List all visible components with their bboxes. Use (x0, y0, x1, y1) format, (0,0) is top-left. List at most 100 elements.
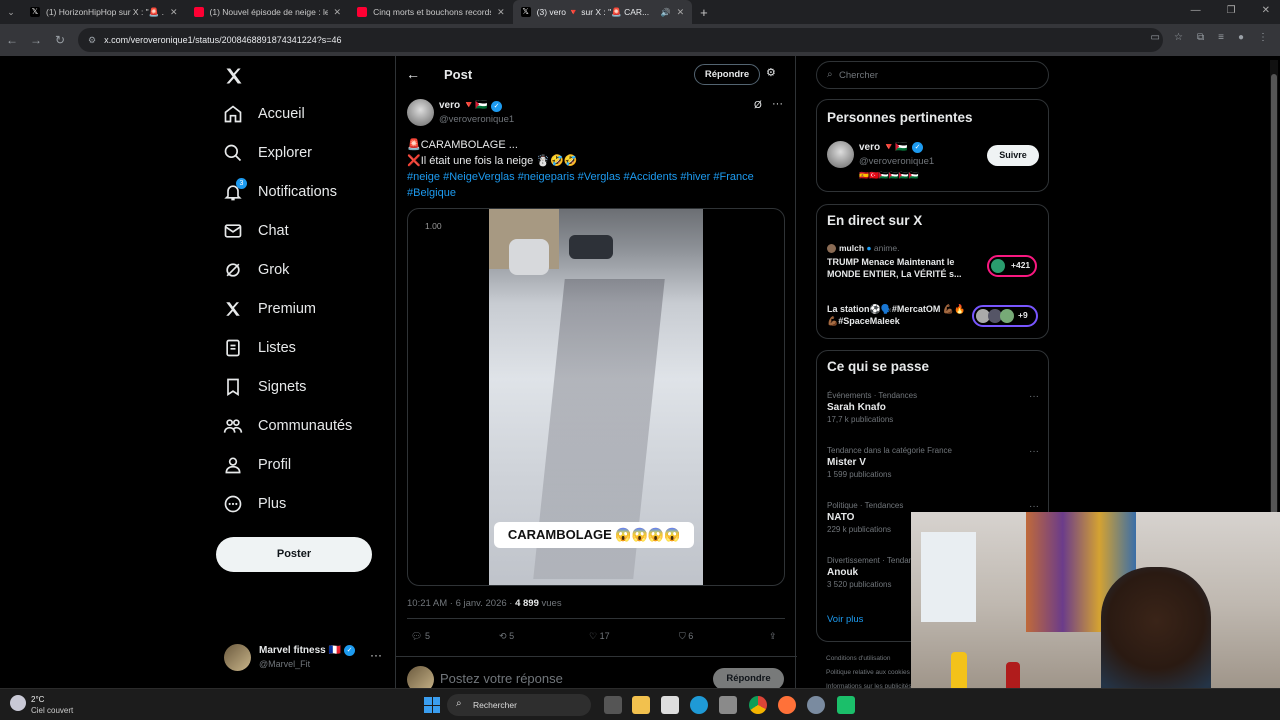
repost-action[interactable]: ⟲ 5 (499, 631, 514, 642)
close-window-icon[interactable]: ✕ (1262, 5, 1270, 16)
more-icon[interactable]: ··· (370, 648, 382, 662)
app-icon[interactable] (837, 696, 855, 714)
menu-icon[interactable]: ⋮ (1258, 32, 1268, 43)
post-time[interactable]: 10:21 AM · 6 janv. 2026 · (407, 598, 515, 609)
taskbar: 2°C Ciel couvert ⌕ Rechercher (0, 688, 1280, 720)
avatar[interactable] (827, 141, 854, 168)
sidebar-item-chat[interactable]: Chat (222, 216, 289, 246)
sidebar-item-plus[interactable]: Plus (222, 489, 286, 519)
sidebar-item-premium[interactable]: Premium (222, 294, 316, 324)
like-action[interactable]: ♡ 17 (589, 631, 610, 642)
search-box[interactable]: ⌕ Chercher (816, 61, 1049, 89)
file-explorer-icon[interactable] (632, 696, 650, 714)
forward-icon[interactable]: → (24, 28, 48, 52)
more-icon[interactable]: ··· (772, 98, 783, 110)
speaker-icon[interactable]: 🔊 (661, 8, 671, 17)
tab-title: Cinq morts et bouchons records ... (373, 7, 492, 17)
person-name[interactable]: vero 🔻🇵🇸 (859, 142, 908, 153)
author-avatar[interactable] (407, 99, 434, 126)
footer-link[interactable]: Conditions d'utilisation (826, 652, 916, 666)
account-switcher[interactable]: Marvel fitness 🇫🇷 ✓ @Marvel_Fit ··· (224, 644, 386, 674)
more-icon[interactable]: ··· (1029, 446, 1039, 457)
account-name: Marvel fitness 🇫🇷 (259, 645, 341, 656)
cast-icon[interactable]: ▭ (1151, 32, 1160, 43)
footer-link[interactable]: Politique relative aux cookies (826, 666, 916, 680)
edge-icon[interactable] (690, 696, 708, 714)
see-more-link[interactable]: Voir plus (827, 614, 863, 625)
firefox-icon[interactable] (778, 696, 796, 714)
address-bar[interactable]: ⚙ x.com/veroveronique1/status/2008468891… (78, 28, 1163, 52)
footer-link[interactable]: Informations sur les publicités (826, 680, 916, 688)
browser-tab[interactable]: (1) Nouvel épisode de neige : les ... ✕ (186, 0, 350, 24)
repost-count: 5 (509, 631, 515, 641)
trend-item[interactable]: Événements · Tendances Sarah Knafo 17,7 … (827, 391, 1039, 424)
video-container[interactable]: 1.00 CARAMBOLAGE 😱😱😱😱 (407, 208, 785, 586)
back-arrow-icon[interactable]: ← (406, 66, 420, 82)
tab-search-button[interactable]: ⌄ (0, 7, 22, 18)
sidebar-item-notifications[interactable]: 3 Notifications (222, 177, 337, 207)
chrome-icon[interactable] (749, 696, 767, 714)
media-icon[interactable]: ≡ (1218, 32, 1224, 43)
more-icon[interactable]: ··· (1029, 501, 1039, 512)
sidebar-item-accueil[interactable]: Accueil (222, 99, 305, 129)
person-flags: 🇪🇸🇹🇷🇵🇸🇵🇸🇵🇸🇵🇸 (859, 171, 919, 180)
reply-action[interactable]: 💬︎ 5 (411, 631, 430, 642)
search-icon (222, 142, 244, 164)
notification-badge: 3 (236, 178, 247, 189)
weather-widget[interactable]: 2°C Ciel couvert (10, 693, 100, 717)
share-icon[interactable]: ⇪ (769, 631, 777, 642)
listener-avatar (991, 259, 1005, 273)
post-hashtags[interactable]: #neige #NeigeVerglas #neigeparis #Vergla… (407, 169, 787, 201)
bookmark-action[interactable]: ⛉ 6 (679, 631, 693, 642)
trend-item[interactable]: Tendance dans la catégorie France Mister… (827, 446, 1039, 479)
x-logo-icon[interactable] (224, 66, 244, 86)
taskbar-search[interactable]: ⌕ Rechercher (447, 694, 591, 716)
site-info-icon[interactable]: ⚙ (88, 35, 96, 46)
close-tab-icon[interactable]: ✕ (677, 7, 685, 18)
new-tab-button[interactable]: + (700, 5, 708, 20)
live-item[interactable]: mulch ● anime. TRUMP Menace Maintenant l… (827, 243, 1039, 288)
more-icon[interactable]: ··· (1029, 391, 1039, 402)
weather-desc: Ciel couvert (31, 706, 74, 715)
follow-button[interactable]: Suivre (987, 145, 1039, 166)
browser-tab-active[interactable]: 𝕏 (3) vero 🔻 sur X : "🚨 CAR... 🔊 ✕ (512, 0, 693, 24)
task-view-icon[interactable] (604, 696, 622, 714)
sidebar-item-profil[interactable]: Profil (222, 450, 291, 480)
person-handle[interactable]: @veroveronique1 (859, 156, 934, 167)
close-tab-icon[interactable]: ✕ (497, 7, 505, 18)
grok-icon[interactable]: Ø (754, 100, 762, 111)
reply-submit-button[interactable]: Répondre (713, 668, 784, 688)
live-item[interactable]: La station⚽🗣️#MercatOM 💪🏾🔥💪🏾#SpaceMaleek… (827, 303, 1039, 333)
video-caption: CARAMBOLAGE 😱😱😱😱 (494, 522, 694, 548)
sidebar-item-communautes[interactable]: Communautés (222, 411, 352, 441)
start-tile (432, 697, 440, 705)
store-icon[interactable] (719, 696, 737, 714)
notepad-icon[interactable] (661, 696, 679, 714)
star-icon[interactable]: ☆ (1174, 32, 1183, 43)
windows-start-icon[interactable] (424, 697, 440, 713)
sidebar-item-signets[interactable]: Signets (222, 372, 306, 402)
header-reply-button[interactable]: Répondre (694, 64, 760, 85)
browser-tab[interactable]: 𝕏 (1) HorizonHipHop sur X : "🚨 ... ✕ (22, 0, 186, 24)
post-button[interactable]: Poster (216, 537, 372, 572)
post-text: 🚨CARAMBOLAGE ... ❌Il était une fois la n… (407, 137, 787, 201)
author-handle[interactable]: @veroveronique1 (439, 114, 514, 125)
bell-icon: 3 (222, 178, 247, 203)
extensions-icon[interactable]: ⧉ (1197, 32, 1204, 43)
profile-icon[interactable]: ● (1238, 32, 1244, 43)
browser-tab[interactable]: Cinq morts et bouchons records ... ✕ (349, 0, 513, 24)
minimize-icon[interactable]: — (1191, 5, 1201, 16)
restore-icon[interactable]: ❐ (1227, 5, 1236, 16)
sidebar-item-listes[interactable]: Listes (222, 333, 296, 363)
close-tab-icon[interactable]: ✕ (334, 7, 342, 18)
close-tab-icon[interactable]: ✕ (170, 7, 178, 18)
settings-icon[interactable] (807, 696, 825, 714)
sidebar-item-grok[interactable]: Grok (222, 255, 289, 285)
reload-icon[interactable]: ↻ (48, 28, 72, 52)
author-name[interactable]: vero 🔻🇵🇸 (439, 100, 488, 111)
back-icon[interactable]: ← (0, 28, 24, 52)
reply-input[interactable]: Postez votre réponse (440, 671, 563, 686)
home-icon (222, 103, 244, 125)
sidebar-item-explorer[interactable]: Explorer (222, 138, 312, 168)
filter-icon[interactable]: ⚙ (766, 66, 776, 79)
